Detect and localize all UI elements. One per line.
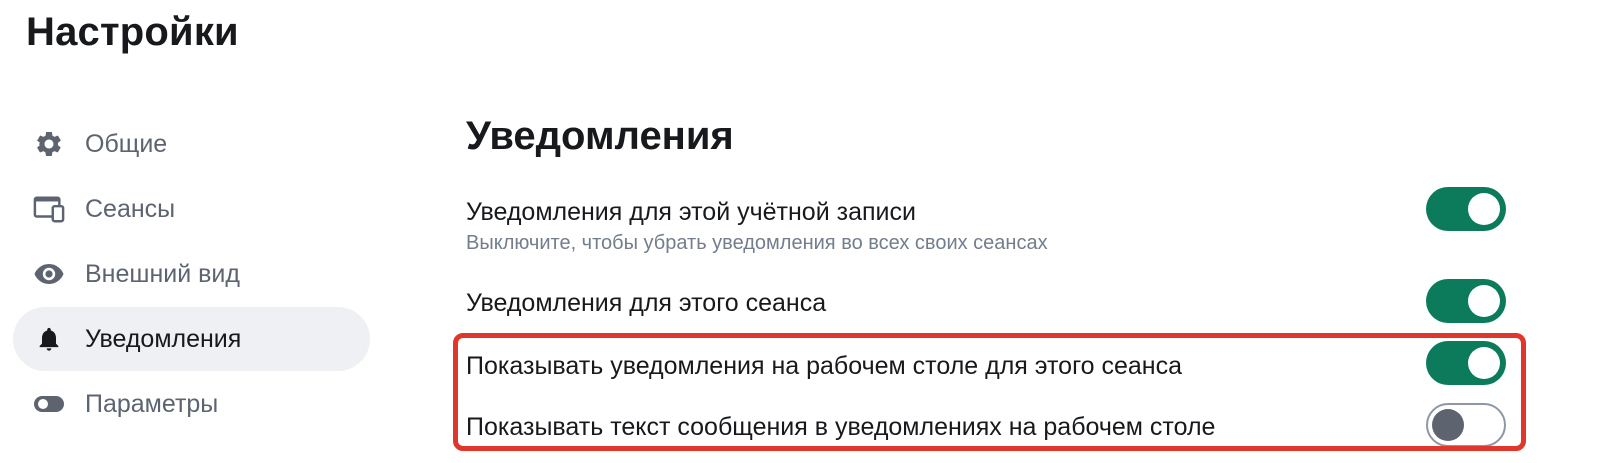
sidebar-item-label: Внешний вид bbox=[85, 260, 240, 288]
setting-label: Показывать текст сообщения в уведомления… bbox=[466, 413, 1216, 441]
toggle-icon bbox=[33, 388, 65, 420]
setting-label: Уведомления для этого сеанса bbox=[466, 289, 827, 317]
session-notifications-toggle[interactable] bbox=[1426, 279, 1506, 323]
section-title: Уведомления bbox=[466, 114, 734, 158]
sidebar-item-notifications[interactable]: Уведомления bbox=[13, 307, 370, 371]
sidebar-item-general[interactable]: Общие bbox=[13, 112, 370, 176]
page-title: Настройки bbox=[26, 10, 239, 54]
desktop-notifications-toggle[interactable] bbox=[1426, 341, 1506, 385]
setting-description: Выключите, чтобы убрать уведомления во в… bbox=[466, 232, 1048, 254]
sidebar-item-label: Параметры bbox=[85, 390, 219, 418]
sidebar-item-label: Уведомления bbox=[85, 325, 242, 353]
toggle-knob bbox=[1468, 193, 1500, 225]
setting-message-text-in-notifications: Показывать текст сообщения в уведомления… bbox=[466, 411, 1510, 443]
message-text-notifications-toggle[interactable] bbox=[1426, 403, 1506, 447]
toggle-knob bbox=[1468, 347, 1500, 379]
setting-session-notifications: Уведомления для этого сеанса bbox=[466, 287, 1510, 319]
sidebar-item-preferences[interactable]: Параметры bbox=[13, 372, 370, 436]
sidebar-item-label: Сеансы bbox=[85, 195, 176, 223]
devices-icon bbox=[33, 193, 65, 225]
sidebar-item-label: Общие bbox=[85, 130, 168, 158]
toggle-knob bbox=[1432, 409, 1464, 441]
toggle-knob bbox=[1468, 285, 1500, 317]
settings-page: Настройки Общие Сеансы Внешний вид Уведо… bbox=[0, 0, 1600, 463]
setting-account-notifications: Уведомления для этой учётной записи Выкл… bbox=[466, 196, 1510, 257]
account-notifications-toggle[interactable] bbox=[1426, 187, 1506, 231]
settings-sidebar: Общие Сеансы Внешний вид Уведомления Пар… bbox=[13, 112, 370, 437]
gear-icon bbox=[33, 128, 65, 160]
bell-icon bbox=[33, 323, 65, 355]
setting-desktop-notifications: Показывать уведомления на рабочем столе … bbox=[466, 350, 1510, 382]
eye-icon bbox=[33, 258, 65, 290]
sidebar-item-appearance[interactable]: Внешний вид bbox=[13, 242, 370, 306]
setting-label: Показывать уведомления на рабочем столе … bbox=[466, 352, 1183, 380]
setting-label: Уведомления для этой учётной записи bbox=[466, 198, 916, 226]
sidebar-item-sessions[interactable]: Сеансы bbox=[13, 177, 370, 241]
